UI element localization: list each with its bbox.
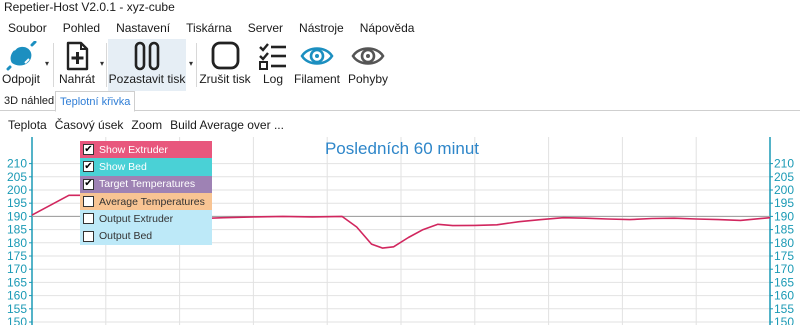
pause-print-button[interactable]: Pozastavit tisk	[108, 39, 186, 91]
menu-bar: Soubor Pohled Nastavení Tiskárna Server …	[0, 17, 800, 39]
y-tick-label-left: 185	[7, 223, 27, 237]
upload-button[interactable]: Nahrát	[56, 39, 98, 91]
eye-icon	[300, 47, 334, 65]
temperature-toolbar: Teplota Časový úsek Zoom Build Average o…	[0, 112, 800, 138]
y-tick-label-left: 165	[7, 275, 27, 289]
checkbox-icon[interactable]: ✔	[83, 161, 94, 173]
menu-printer[interactable]: Tiskárna	[178, 21, 232, 35]
log-button[interactable]: Log	[256, 39, 290, 91]
y-tick-label-right: 195	[774, 196, 794, 210]
disconnect-label: Odpojit	[1, 72, 41, 86]
tab-temperature-curve[interactable]: Teplotní křivka	[55, 91, 136, 112]
moves-button[interactable]: Pohyby	[344, 39, 392, 91]
y-tick-label-right: 190	[774, 209, 794, 223]
legend-label: Output Bed	[99, 230, 153, 243]
y-tick-label-right: 210	[774, 157, 794, 171]
disconnect-dropdown-icon[interactable]: ▾	[45, 59, 49, 68]
y-tick-label-left: 205	[7, 170, 27, 184]
y-tick-label-left: 175	[7, 249, 27, 263]
menu-help[interactable]: Nápověda	[352, 21, 415, 35]
y-tick-label-left: 190	[7, 209, 27, 223]
pause-dropdown-icon[interactable]: ▾	[189, 59, 193, 68]
y-tick-label-left: 200	[7, 183, 27, 197]
stop-icon	[211, 41, 240, 70]
menu-file[interactable]: Soubor	[0, 21, 47, 35]
y-tick-label-left: 150	[7, 315, 27, 325]
legend-target-temperatures[interactable]: ✔ Target Temperatures	[80, 175, 212, 193]
temperature-chart: 150 150 155 155 160 160 165 165 170 170 175 175 180 1…	[0, 137, 800, 325]
legend-output-extruder[interactable]: Output Extruder	[80, 210, 212, 228]
chart-title: Posledních 60 minut	[325, 139, 479, 158]
checkbox-icon[interactable]	[83, 230, 94, 242]
legend-label: Output Extruder	[99, 212, 174, 225]
legend-show-extruder[interactable]: ✔ Show Extruder	[80, 141, 212, 159]
view-tabs: 3D náhled Teplotní křivka	[0, 91, 800, 112]
menu-settings[interactable]: Nastavení	[108, 21, 170, 35]
menu-view[interactable]: Pohled	[55, 21, 100, 35]
plug-icon	[6, 41, 37, 71]
add-file-icon	[66, 41, 89, 71]
filament-button[interactable]: Filament	[290, 39, 344, 91]
log-label: Log	[262, 72, 284, 86]
chart-legend: ✔ Show Extruder ✔ Show Bed ✔ Target Temp…	[80, 141, 212, 245]
legend-label: Show Bed	[99, 160, 147, 173]
y-tick-label-left: 155	[7, 302, 27, 316]
eye-icon	[351, 47, 385, 65]
y-tick-label-right: 160	[774, 289, 794, 303]
y-tick-label-right: 180	[774, 236, 794, 250]
y-tick-label-left: 160	[7, 289, 27, 303]
y-tick-label-left: 180	[7, 236, 27, 250]
y-tick-label-left: 170	[7, 262, 27, 276]
y-tick-label-right: 205	[774, 170, 794, 184]
tab-3d-view[interactable]: 3D náhled	[0, 91, 58, 111]
main-toolbar: Odpojit ▾ Nahrát ▾ Pozastavit tisk ▾ Zru…	[0, 39, 800, 91]
y-tick-label-right: 155	[774, 302, 794, 316]
cancel-print-button[interactable]: Zrušit tisk	[198, 39, 252, 91]
y-tick-label-right: 175	[774, 249, 794, 263]
menu-tools[interactable]: Nástroje	[291, 21, 344, 35]
cancel-print-label: Zrušit tisk	[199, 72, 251, 86]
build-average-menu[interactable]: Build Average over ...	[170, 118, 284, 132]
upload-dropdown-icon[interactable]: ▾	[100, 59, 104, 68]
y-tick-label-left: 210	[7, 157, 27, 171]
toolbar-divider	[106, 43, 107, 87]
upload-label: Nahrát	[58, 72, 96, 86]
y-tick-label-right: 150	[774, 315, 794, 325]
y-tick-label-right: 165	[774, 275, 794, 289]
legend-label: Target Temperatures	[99, 178, 196, 191]
disconnect-button[interactable]: Odpojit	[0, 39, 42, 91]
legend-output-bed[interactable]: Output Bed	[80, 227, 212, 245]
checkbox-icon[interactable]: ✔	[83, 144, 94, 156]
toolbar-divider	[53, 43, 54, 87]
y-tick-label-right: 200	[774, 183, 794, 197]
legend-average-temperatures[interactable]: Average Temperatures	[80, 192, 212, 211]
legend-label: Show Extruder	[99, 143, 168, 156]
menu-server[interactable]: Server	[240, 21, 283, 35]
zoom-menu[interactable]: Zoom	[131, 118, 162, 132]
pause-icon	[134, 41, 160, 71]
list-check-icon	[259, 43, 286, 70]
checkbox-icon[interactable]	[83, 196, 94, 208]
temperature-menu[interactable]: Teplota	[8, 118, 47, 132]
pause-print-label: Pozastavit tisk	[108, 72, 186, 86]
time-period-menu[interactable]: Časový úsek	[55, 118, 124, 132]
moves-label: Pohyby	[347, 72, 389, 86]
filament-label: Filament	[293, 72, 340, 86]
y-tick-label-right: 170	[774, 262, 794, 276]
checkbox-icon[interactable]: ✔	[83, 178, 94, 190]
window-title: Repetier-Host V2.0.1 - xyz-cube	[0, 0, 800, 16]
legend-label: Average Temperatures	[99, 195, 205, 208]
y-tick-label-right: 185	[774, 223, 794, 237]
legend-show-bed[interactable]: ✔ Show Bed	[80, 158, 212, 176]
checkbox-icon[interactable]	[83, 213, 94, 225]
y-tick-label-left: 195	[7, 196, 27, 210]
toolbar-divider	[196, 43, 197, 87]
